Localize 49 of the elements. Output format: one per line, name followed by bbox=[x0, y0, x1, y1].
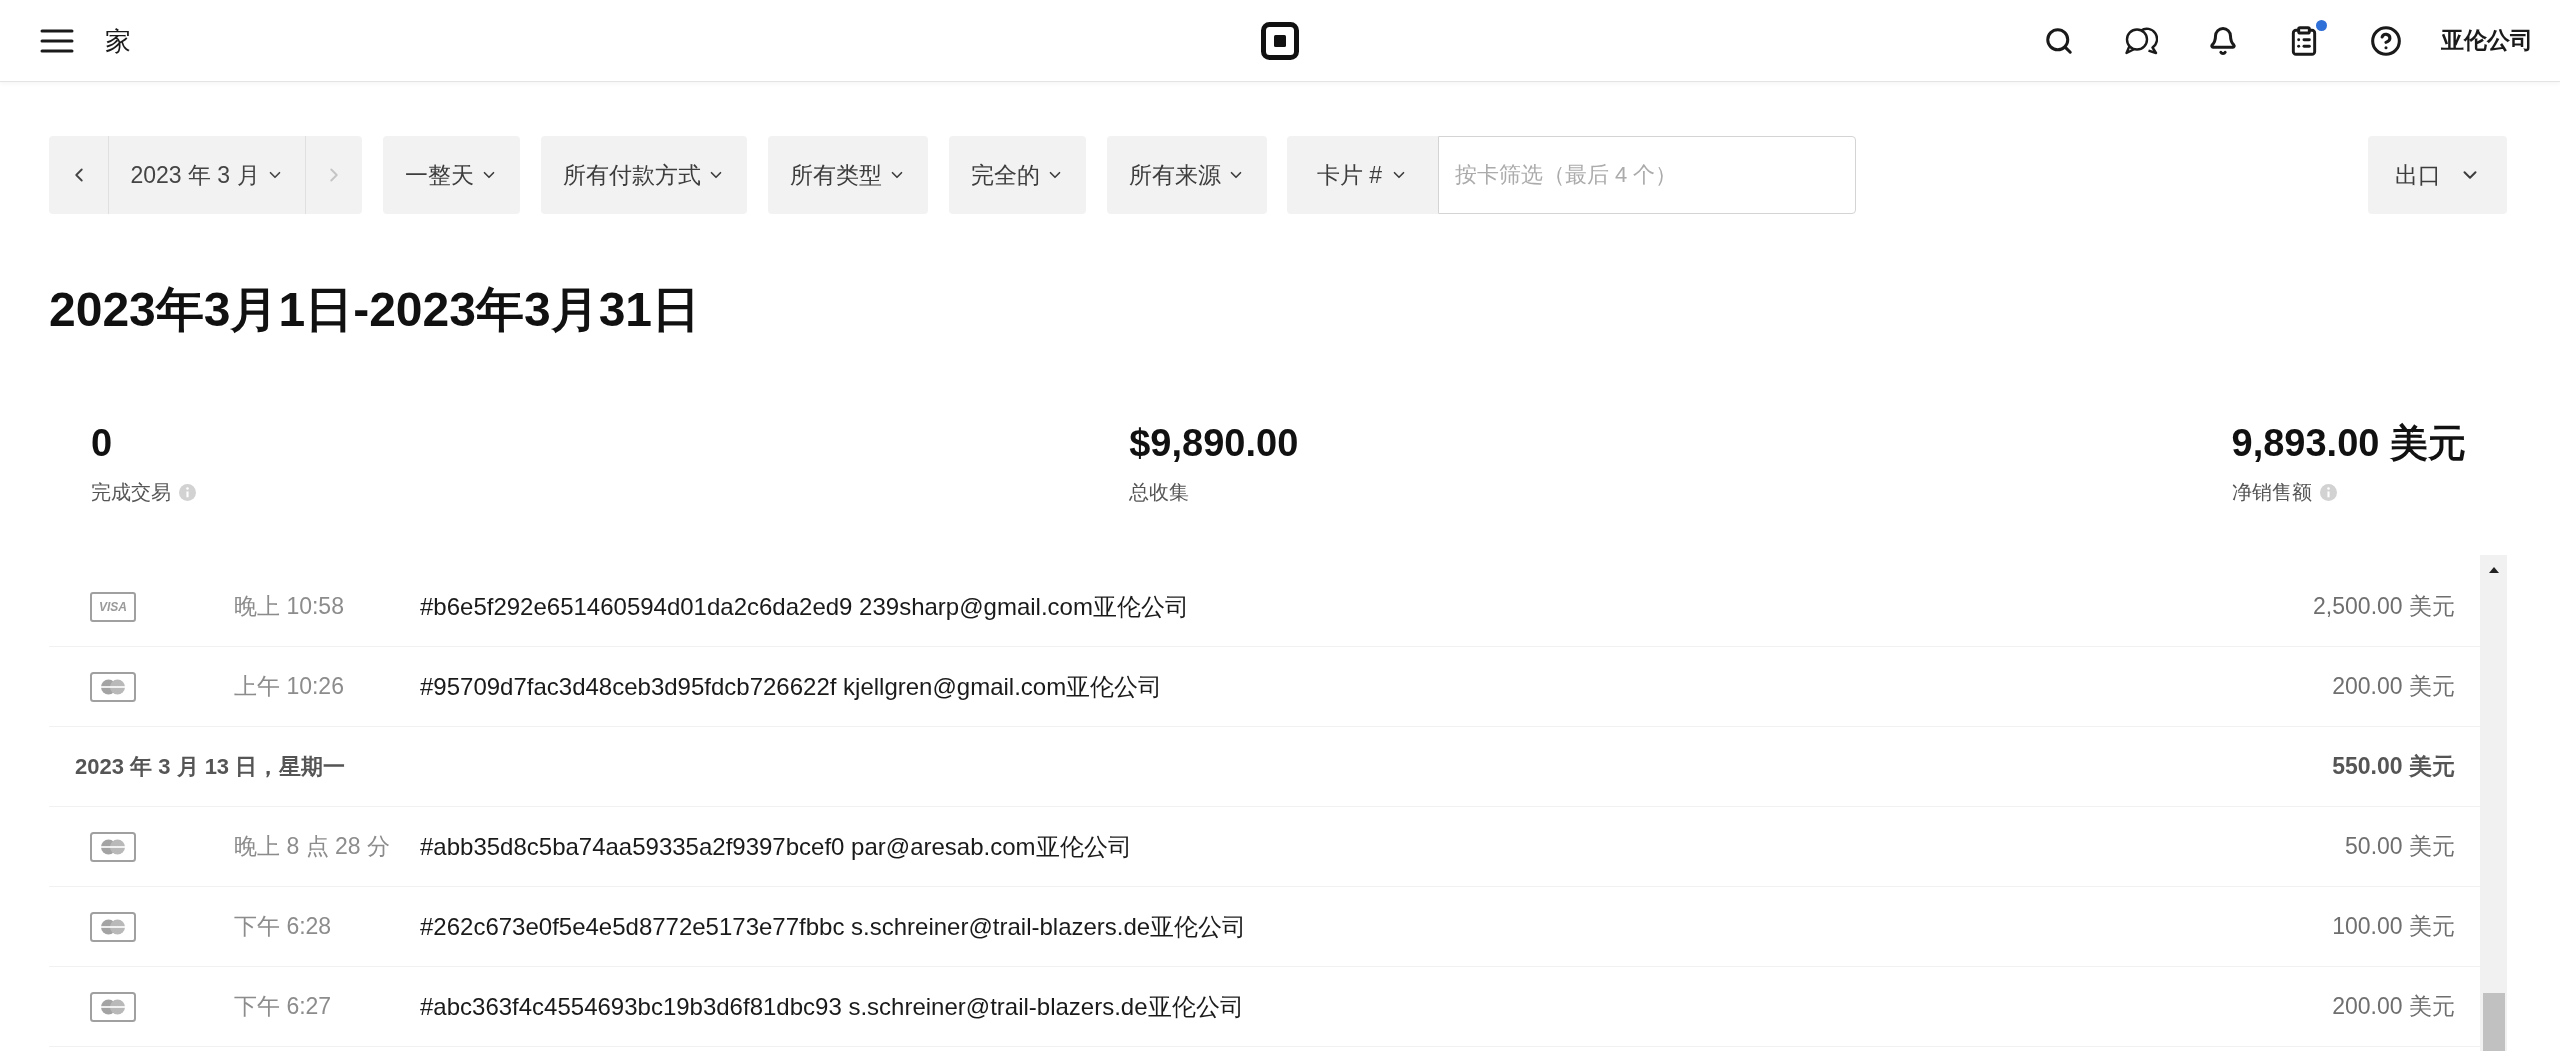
credit-card-icon bbox=[90, 671, 136, 702]
transaction-amount: 2,500.00 美元 bbox=[2313, 592, 2455, 622]
account-name[interactable]: 亚伦公司 bbox=[2441, 29, 2533, 52]
filter-dropdown[interactable]: 所有付款方式 bbox=[541, 136, 747, 214]
date-range-title: 2023年3月1日-2023年3月31日 bbox=[49, 282, 701, 338]
credit-card-icon bbox=[90, 831, 136, 862]
scrollbar-thumb[interactable] bbox=[2482, 993, 2505, 1051]
transaction-description[interactable]: #abb35d8c5ba74aa59335a2f9397bcef0 par@aresab.com亚伦公司 bbox=[420, 828, 1132, 865]
transaction-amount: 200.00 美元 bbox=[2332, 992, 2455, 1022]
stat-value: 0 bbox=[91, 423, 113, 463]
page-title: 家 bbox=[105, 27, 131, 54]
card-filter-input[interactable]: 按卡筛选（最后 4 个） bbox=[1438, 136, 1856, 214]
filter-dropdown[interactable]: 完全的 bbox=[949, 136, 1086, 214]
transaction-amount: 200.00 美元 bbox=[2332, 672, 2455, 702]
transaction-amount: 100.00 美元 bbox=[2332, 912, 2455, 942]
menu-icon[interactable] bbox=[40, 28, 74, 53]
date-group-total: 550.00 美元 bbox=[2332, 752, 2455, 782]
transaction-time: 上午 10:26 bbox=[234, 672, 344, 702]
filter-dropdown[interactable]: 所有类型 bbox=[768, 136, 928, 214]
month-dropdown[interactable]: 2023 年 3 月 bbox=[109, 136, 305, 214]
transaction-description[interactable]: #b6e5f292e651460594d01da2c6da2ed9 239sharp@gmail.com亚伦公司 bbox=[420, 588, 1189, 625]
chat-bubbles-icon[interactable] bbox=[2124, 25, 2158, 56]
transaction-time: 晚上 8 点 28 分 bbox=[234, 832, 390, 862]
transaction-time: 下午 6:27 bbox=[234, 992, 332, 1022]
card-number-dropdown[interactable]: 卡片 # bbox=[1287, 136, 1438, 214]
stat-label: 总收集 bbox=[1129, 480, 1190, 505]
bell-icon[interactable] bbox=[2208, 25, 2238, 56]
transaction-time: 晚上 10:58 bbox=[234, 592, 344, 622]
credit-card-icon bbox=[90, 991, 136, 1022]
help-icon[interactable] bbox=[2370, 24, 2402, 57]
transaction-description[interactable]: #95709d7fac3d48ceb3d95fdcb726622f kjellgren@gmail.com亚伦公司 bbox=[420, 668, 1163, 705]
stat-value: 9,893.00 美元 bbox=[2231, 423, 2466, 463]
card-icon: VISA bbox=[90, 591, 136, 622]
scroll-up-arrow-icon[interactable] bbox=[2488, 567, 2499, 573]
transaction-amount: 50.00 美元 bbox=[2345, 832, 2455, 862]
stat-value: $9,890.00 bbox=[1129, 423, 1299, 463]
export-button[interactable]: 出口 bbox=[2368, 136, 2507, 214]
filter-dropdown[interactable]: 所有来源 bbox=[1107, 136, 1267, 214]
credit-card-icon bbox=[90, 911, 136, 942]
scrollbar-track[interactable] bbox=[2480, 555, 2507, 1051]
transaction-description[interactable]: #abc363f4c4554693bc19b3d6f81dbc93 s.schreiner@trail-blazers.de亚伦公司 bbox=[420, 988, 1244, 1025]
transaction-description[interactable]: #262c673e0f5e4e5d8772e5173e77fbbc s.schreiner@trail-blazers.de亚伦公司 bbox=[420, 908, 1247, 945]
logo-icon[interactable] bbox=[1261, 21, 1299, 60]
date-group-header: 2023 年 3 月 13 日，星期一 bbox=[75, 753, 346, 781]
search-icon[interactable] bbox=[2044, 25, 2074, 56]
transaction-time: 下午 6:28 bbox=[234, 912, 332, 942]
stat-label: 净销售额 bbox=[2231, 480, 2312, 505]
filter-dropdown[interactable]: 一整天 bbox=[383, 136, 520, 214]
stat-label: 完成交易 bbox=[91, 480, 171, 505]
